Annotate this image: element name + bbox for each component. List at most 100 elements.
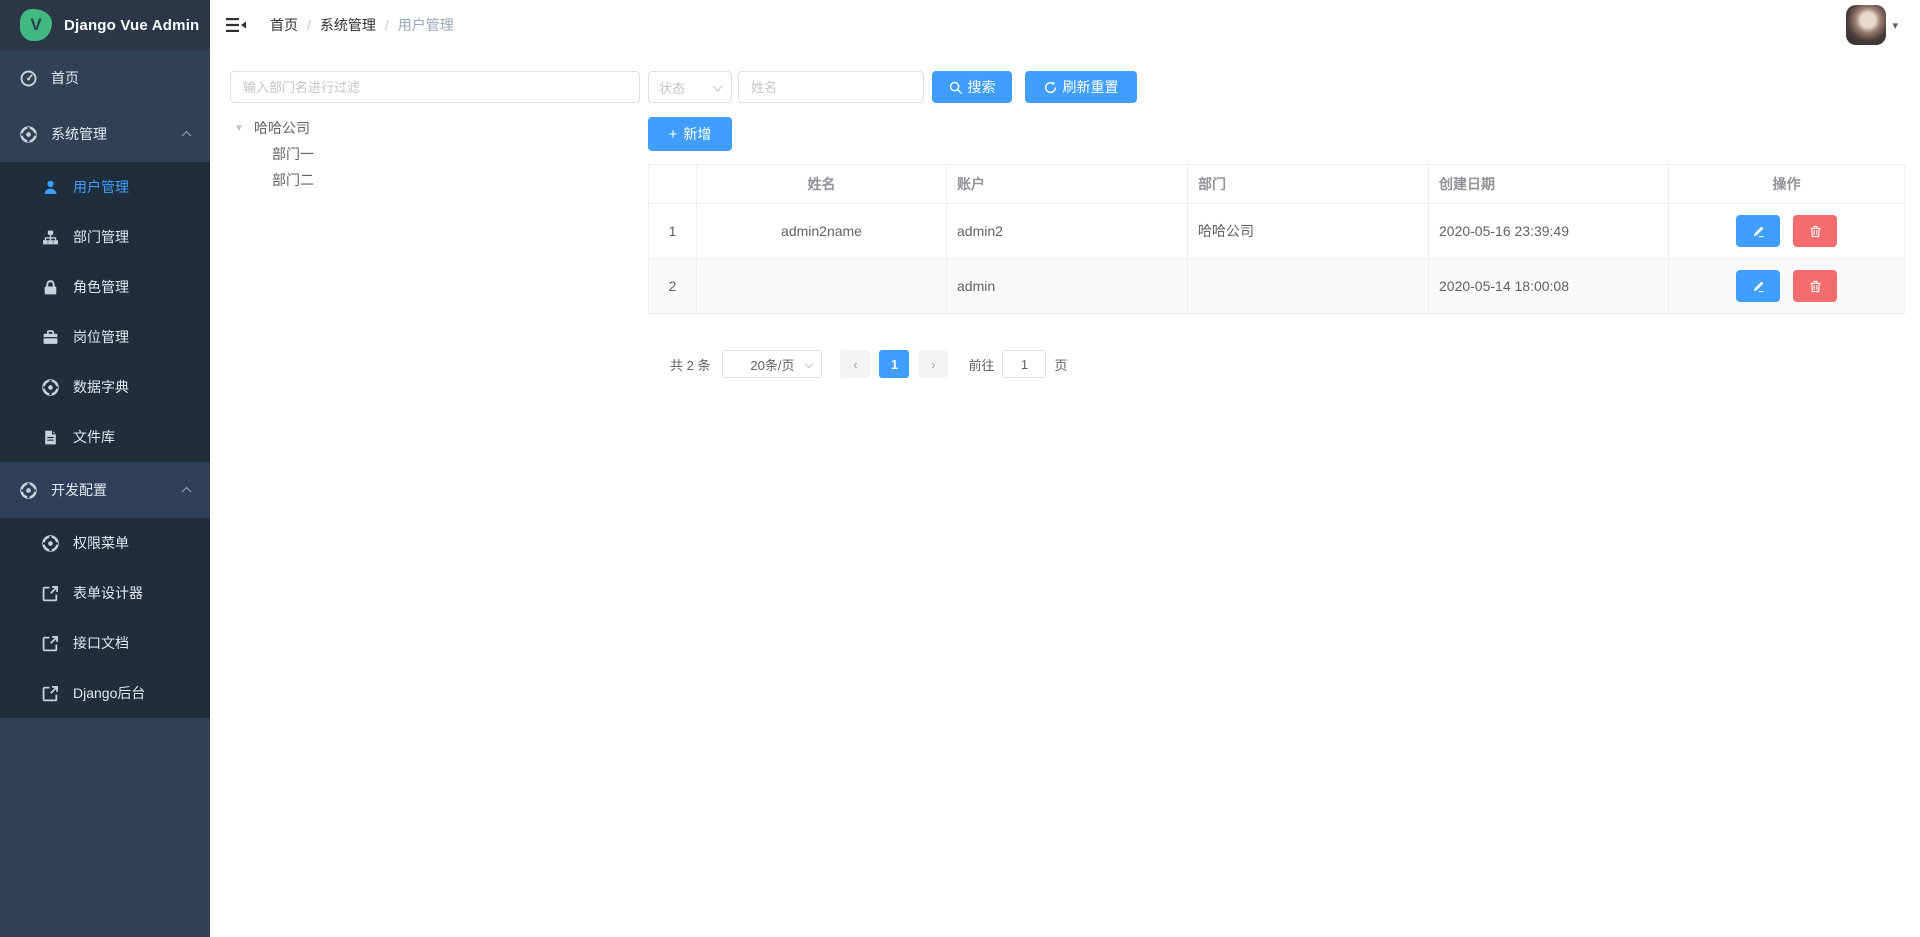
sidebar-item-home[interactable]: 首页	[0, 50, 210, 106]
cell-actions	[1669, 204, 1905, 259]
edit-pencil-icon	[1752, 280, 1765, 293]
sidebar-item-label: 角色管理	[73, 277, 129, 297]
column-header-name: 姓名	[697, 165, 947, 204]
add-button[interactable]: + 新增	[648, 117, 732, 151]
table-header: 姓名 账户 部门 创建日期 操作	[649, 165, 1905, 204]
external-link-icon	[42, 585, 59, 602]
edit-button[interactable]	[1736, 270, 1780, 302]
page-size-select[interactable]: 20条/页	[722, 350, 822, 378]
sidebar-item-dev-config[interactable]: 开发配置	[0, 462, 210, 518]
sidebar-item-api-docs[interactable]: 接口文档	[0, 618, 210, 668]
sidebar-item-form-designer[interactable]: 表单设计器	[0, 568, 210, 618]
sidebar-item-label: 部门管理	[73, 227, 129, 247]
sidebar-item-role-mgmt[interactable]: 角色管理	[0, 262, 210, 312]
chevron-left-icon: ‹	[853, 357, 857, 372]
goto-page-input[interactable]	[1002, 350, 1046, 378]
search-button[interactable]: 搜索	[932, 71, 1012, 103]
sidebar-item-label: 数据字典	[73, 377, 129, 397]
column-header-actions: 操作	[1669, 165, 1905, 204]
cell-department	[1188, 259, 1429, 314]
tree-node-child[interactable]: 部门一	[230, 141, 640, 167]
status-select[interactable]: 状态	[648, 71, 732, 103]
sidebar-item-post-mgmt[interactable]: 岗位管理	[0, 312, 210, 362]
sidebar-item-label: 首页	[51, 68, 79, 88]
plus-icon: +	[669, 126, 678, 143]
document-icon	[42, 429, 59, 446]
sidebar-item-django-admin[interactable]: Django后台	[0, 668, 210, 718]
sidebar-item-label: 系统管理	[51, 124, 107, 144]
breadcrumb: 首页 / 系统管理 / 用户管理	[270, 15, 454, 35]
component-icon	[20, 482, 37, 499]
table-row: 1 admin2name admin2 哈哈公司 2020-05-16 23:3…	[649, 204, 1905, 259]
top-header: 首页 / 系统管理 / 用户管理 ▾	[210, 0, 1920, 50]
delete-button[interactable]	[1793, 215, 1837, 247]
page-size-value: 20条/页	[750, 355, 794, 374]
sidebar-item-user-mgmt[interactable]: 用户管理	[0, 162, 210, 212]
pagination-total: 共 2 条	[670, 355, 710, 374]
edit-pencil-icon	[1752, 225, 1765, 238]
user-avatar[interactable]	[1846, 5, 1886, 45]
cell-index: 2	[649, 259, 697, 314]
next-page-button[interactable]: ›	[918, 350, 948, 378]
tree-node-label: 部门一	[272, 144, 314, 164]
breadcrumb-separator: /	[307, 17, 311, 33]
delete-button[interactable]	[1793, 270, 1837, 302]
cell-index: 1	[649, 204, 697, 259]
briefcase-icon	[42, 329, 59, 346]
search-icon	[949, 81, 962, 94]
external-link-icon	[42, 685, 59, 702]
edit-button[interactable]	[1736, 215, 1780, 247]
sidebar-item-label: 用户管理	[73, 177, 129, 197]
name-filter-input[interactable]	[738, 71, 924, 103]
tree-expand-icon[interactable]: ▼	[230, 123, 254, 134]
hamburger-icon[interactable]	[210, 0, 262, 50]
tree-node-label: 哈哈公司	[254, 118, 310, 138]
org-tree-icon	[42, 229, 59, 246]
cell-account: admin	[947, 259, 1188, 314]
cell-created: 2020-05-16 23:39:49	[1429, 204, 1669, 259]
status-select-placeholder: 状态	[659, 78, 685, 97]
vue-logo-icon: V	[20, 9, 52, 41]
sidebar-item-data-dict[interactable]: 数据字典	[0, 362, 210, 412]
prev-page-button[interactable]: ‹	[840, 350, 870, 378]
breadcrumb-home[interactable]: 首页	[270, 15, 298, 35]
app-logo: V Django Vue Admin	[0, 0, 210, 50]
app-title: Django Vue Admin	[64, 17, 199, 34]
pagination: 共 2 条 20条/页 ‹ 1 › 前往 页	[670, 350, 1905, 378]
goto-label: 前往	[968, 355, 994, 374]
component-icon	[20, 126, 37, 143]
logo-letter: V	[30, 15, 41, 35]
department-filter-input[interactable]	[230, 71, 640, 103]
chevron-right-icon: ›	[931, 357, 935, 372]
breadcrumb-separator: /	[385, 17, 389, 33]
chevron-down-icon	[713, 82, 723, 92]
main-content: ▼ 哈哈公司 部门一 部门二 状态 搜索	[210, 50, 1920, 937]
chevron-up-icon	[182, 131, 192, 141]
refresh-reset-button[interactable]: 刷新重置	[1025, 71, 1137, 103]
header-right: ▾	[1846, 5, 1920, 45]
caret-down-icon[interactable]: ▾	[1892, 19, 1898, 32]
sidebar-item-label: 文件库	[73, 427, 115, 447]
search-button-label: 搜索	[968, 77, 996, 97]
dashboard-icon	[20, 70, 37, 87]
sidebar-item-dept-mgmt[interactable]: 部门管理	[0, 212, 210, 262]
sidebar-item-system-mgmt[interactable]: 系统管理	[0, 106, 210, 162]
tree-node-root[interactable]: ▼ 哈哈公司	[230, 115, 640, 141]
department-tree: ▼ 哈哈公司 部门一 部门二	[230, 115, 640, 193]
trash-icon	[1809, 225, 1822, 238]
cell-department: 哈哈公司	[1188, 204, 1429, 259]
sidebar-item-label: Django后台	[73, 683, 145, 703]
tree-node-child[interactable]: 部门二	[230, 167, 640, 193]
chevron-down-icon	[805, 360, 813, 368]
lock-icon	[42, 279, 59, 296]
sidebar: V Django Vue Admin 首页 系统管理 用户管理	[0, 0, 210, 937]
column-header-department: 部门	[1188, 165, 1429, 204]
breadcrumb-system-mgmt[interactable]: 系统管理	[320, 15, 376, 35]
sidebar-item-permission-menu[interactable]: 权限菜单	[0, 518, 210, 568]
page-number-1[interactable]: 1	[879, 350, 909, 378]
sidebar-item-file-library[interactable]: 文件库	[0, 412, 210, 462]
sidebar-item-label: 接口文档	[73, 633, 129, 653]
cell-name: admin2name	[697, 204, 947, 259]
column-header-account: 账户	[947, 165, 1188, 204]
tree-node-label: 部门二	[272, 170, 314, 190]
